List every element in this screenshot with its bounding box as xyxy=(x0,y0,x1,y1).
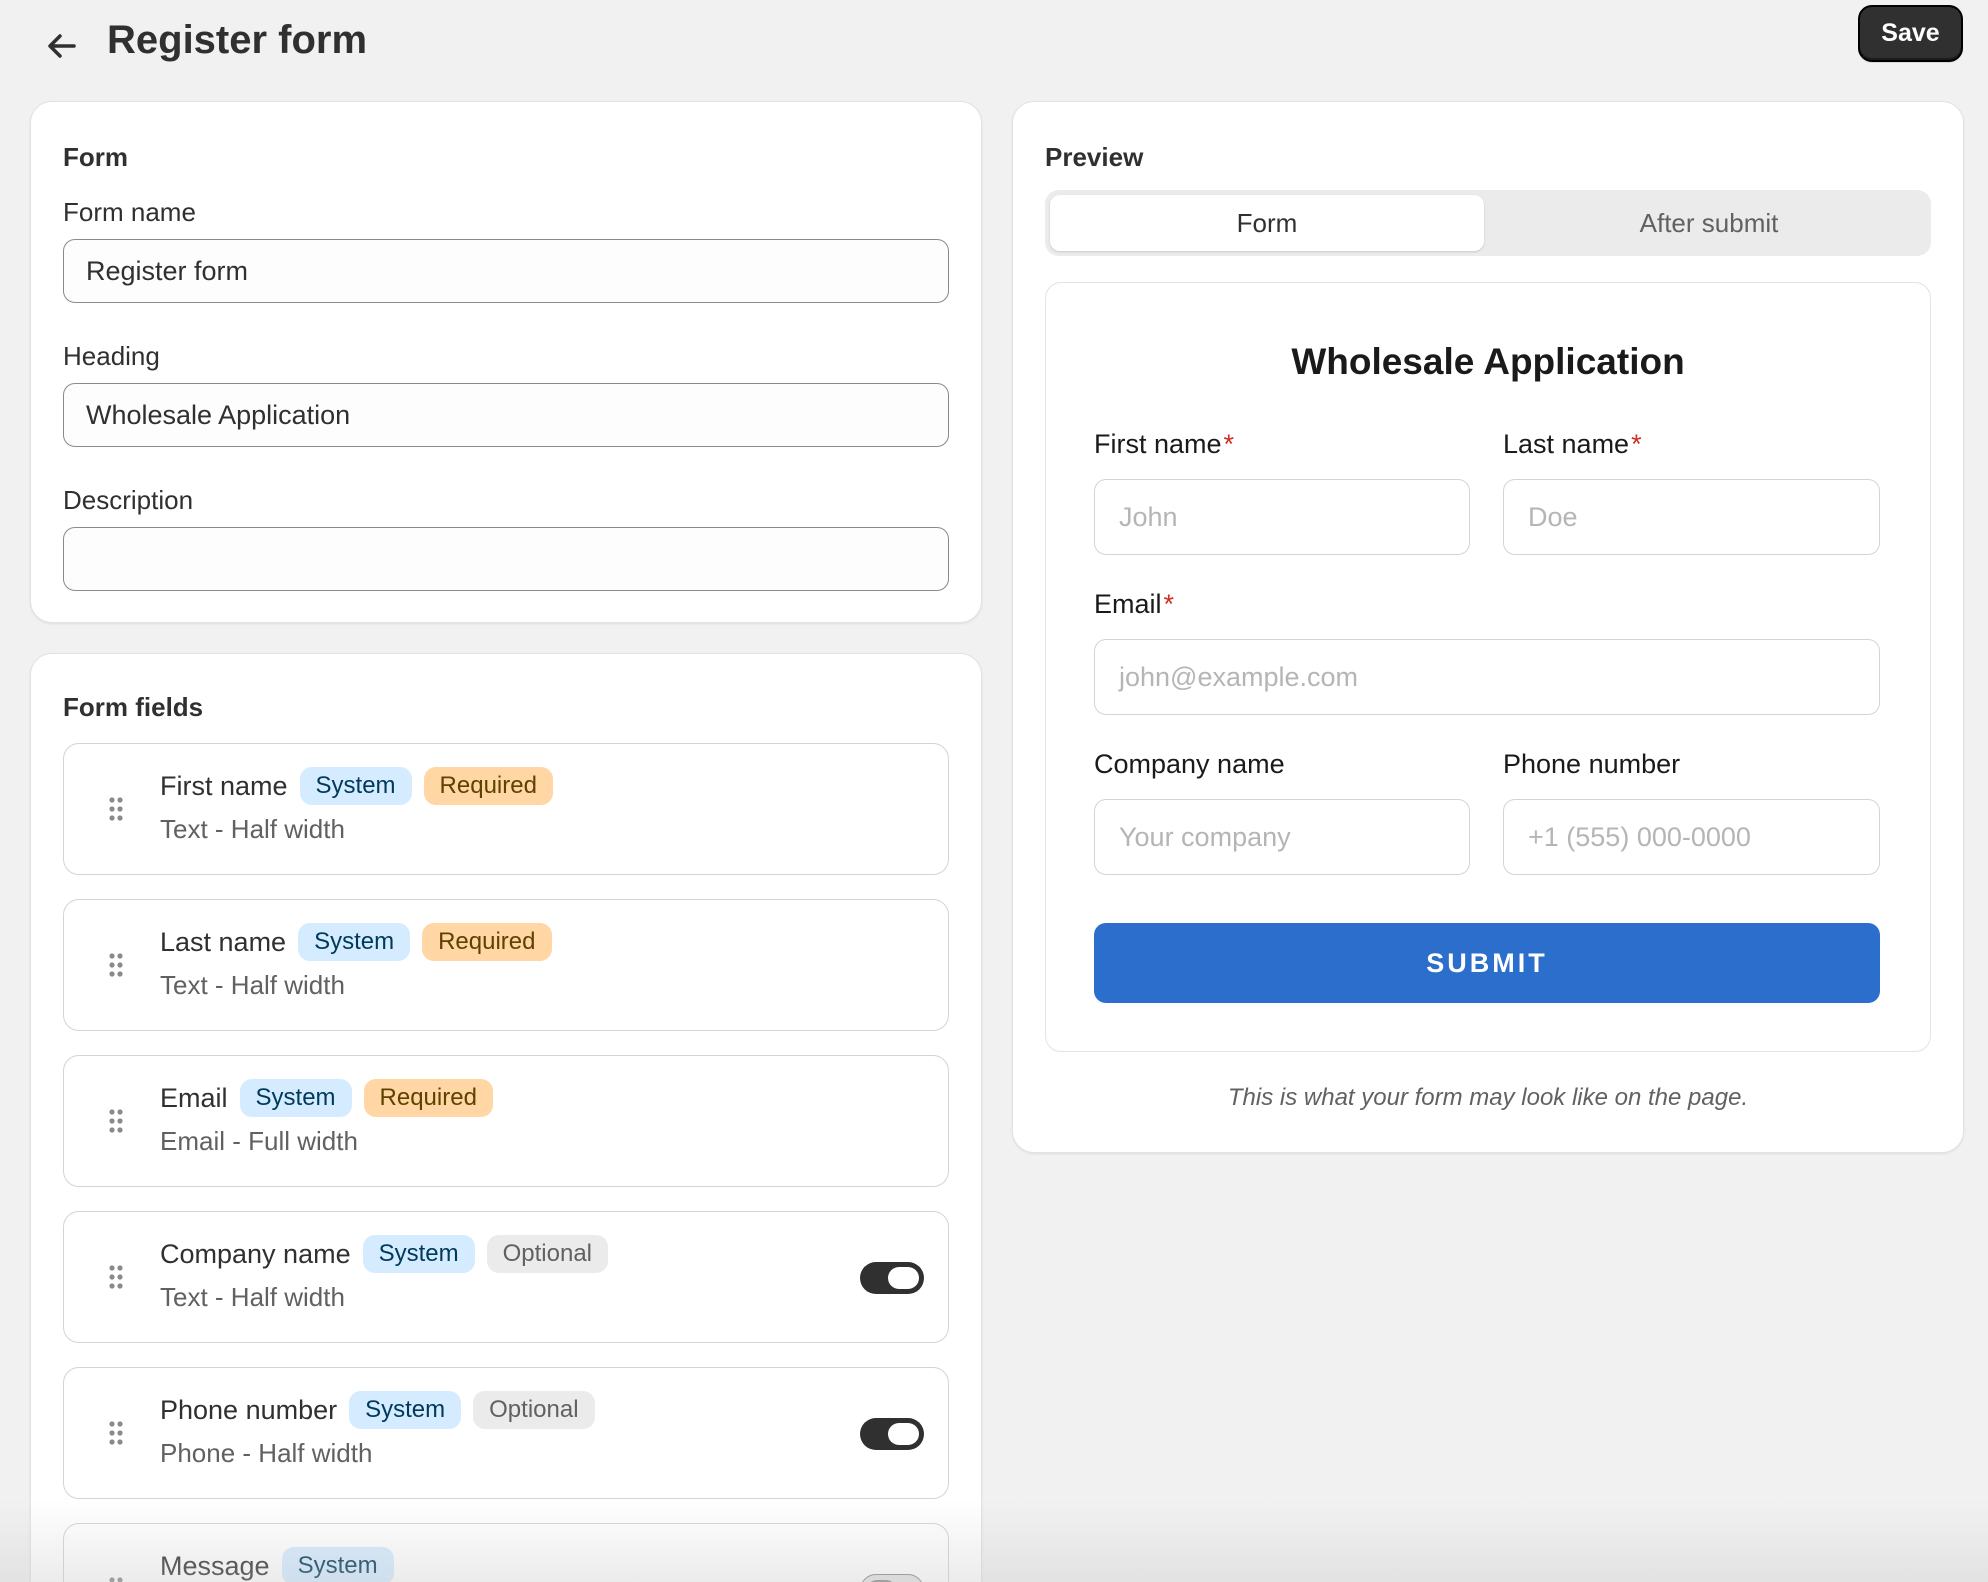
arrow-left-icon xyxy=(48,34,76,58)
page: Register form Save Form Form name Regist… xyxy=(0,0,1988,1582)
field-title: Email System Required xyxy=(160,1078,493,1118)
field-title: Message System xyxy=(160,1546,394,1582)
field-title: Phone number System Optional xyxy=(160,1390,595,1430)
field-row-phone-number[interactable]: Phone number System Optional Phone - Hal… xyxy=(63,1367,949,1499)
field-title: First name System Required xyxy=(160,766,553,806)
field-name: First name xyxy=(160,770,288,801)
field-title: Last name System Required xyxy=(160,922,552,962)
drag-handle-icon[interactable] xyxy=(108,1264,124,1290)
field-name: Email xyxy=(160,1082,228,1113)
drag-handle-icon[interactable] xyxy=(108,796,124,822)
tab-after-submit[interactable]: After submit xyxy=(1492,195,1926,251)
field-type: Phone - Half width xyxy=(160,1438,373,1468)
preview-heading: Wholesale Application xyxy=(1291,341,1685,382)
description-label: Description xyxy=(63,485,194,515)
system-badge: System xyxy=(362,1235,475,1273)
field-type: Email - Full width xyxy=(160,1126,358,1156)
phone-number-input[interactable]: +1 (555) 000-0000 xyxy=(1503,799,1880,875)
system-badge: System xyxy=(299,767,412,805)
email-input[interactable]: john@example.com xyxy=(1094,639,1880,715)
field-row-last-name[interactable]: Last name System Required Text - Half wi… xyxy=(63,899,949,1031)
required-star: * xyxy=(1631,429,1642,459)
preview-card: Preview Form After submit Wholesale Appl… xyxy=(1012,101,1964,1153)
form-fields-card: Form fields First name System Required T… xyxy=(30,653,982,1582)
system-badge: System xyxy=(349,1391,462,1429)
submit-button[interactable]: SUBMIT xyxy=(1094,923,1880,1003)
field-name: Phone number xyxy=(160,1394,338,1425)
field-type: Text - Half width xyxy=(160,970,345,1000)
system-badge: System xyxy=(239,1079,352,1117)
enable-toggle[interactable] xyxy=(860,1574,924,1582)
email-label: Email* xyxy=(1094,589,1174,620)
page-title: Register form xyxy=(107,18,368,62)
field-title: Company name System Optional xyxy=(160,1234,609,1274)
back-button[interactable] xyxy=(40,24,84,68)
system-badge: System xyxy=(298,923,411,961)
form-settings-card: Form Form name Register form Heading Who… xyxy=(30,101,982,623)
last-name-label: Last name* xyxy=(1503,429,1642,460)
system-badge: System xyxy=(281,1547,394,1582)
first-name-label: First name* xyxy=(1094,429,1234,460)
preview-caption: This is what your form may look like on … xyxy=(1227,1084,1749,1111)
last-name-label-text: Last name xyxy=(1503,429,1630,459)
toggle-knob xyxy=(888,1423,919,1445)
tab-form[interactable]: Form xyxy=(1050,195,1484,251)
heading-label: Heading xyxy=(63,341,160,371)
page-header: Register form Save xyxy=(0,0,1988,90)
save-button[interactable]: Save xyxy=(1858,5,1963,62)
first-name-input[interactable]: John xyxy=(1094,479,1470,555)
field-row-company-name[interactable]: Company name System Optional Text - Half… xyxy=(63,1211,949,1343)
heading-input[interactable]: Wholesale Application xyxy=(63,383,949,447)
company-name-input[interactable]: Your company xyxy=(1094,799,1470,875)
optional-badge: Optional xyxy=(486,1235,609,1273)
required-badge: Required xyxy=(423,767,553,805)
field-name: Message xyxy=(160,1550,270,1581)
field-row-message[interactable]: Message System xyxy=(63,1523,949,1582)
field-row-email[interactable]: Email System Required Email - Full width xyxy=(63,1055,949,1187)
optional-badge: Optional xyxy=(473,1391,595,1429)
form-preview: Wholesale Application First name* John L… xyxy=(1045,282,1931,1052)
field-name: Last name xyxy=(160,926,287,957)
phone-number-label: Phone number xyxy=(1503,749,1681,779)
preview-tabs: Form After submit xyxy=(1045,190,1931,256)
form-card-title: Form xyxy=(63,142,128,172)
email-label-text: Email xyxy=(1094,589,1162,619)
enable-toggle[interactable] xyxy=(860,1418,924,1450)
first-name-label-text: First name xyxy=(1094,429,1222,459)
field-row-first-name[interactable]: First name System Required Text - Half w… xyxy=(63,743,949,875)
required-badge: Required xyxy=(363,1079,493,1117)
required-star: * xyxy=(1223,429,1235,459)
form-fields-title: Form fields xyxy=(63,692,204,722)
description-input[interactable] xyxy=(63,527,949,591)
last-name-input[interactable]: Doe xyxy=(1503,479,1880,555)
form-name-input[interactable]: Register form xyxy=(63,239,949,303)
company-name-label: Company name xyxy=(1094,749,1285,779)
field-name: Company name xyxy=(160,1238,351,1269)
form-name-label: Form name xyxy=(63,197,196,227)
field-type: Text - Half width xyxy=(160,814,345,844)
drag-handle-icon[interactable] xyxy=(108,1108,124,1134)
field-type: Text - Half width xyxy=(160,1282,345,1312)
preview-title: Preview xyxy=(1045,142,1144,172)
toggle-knob xyxy=(888,1267,919,1289)
drag-handle-icon[interactable] xyxy=(108,1420,124,1446)
required-star: * xyxy=(1163,589,1175,619)
required-badge: Required xyxy=(422,923,552,961)
drag-handle-icon[interactable] xyxy=(108,952,124,978)
drag-handle-icon[interactable] xyxy=(108,1576,124,1582)
enable-toggle[interactable] xyxy=(860,1262,924,1294)
